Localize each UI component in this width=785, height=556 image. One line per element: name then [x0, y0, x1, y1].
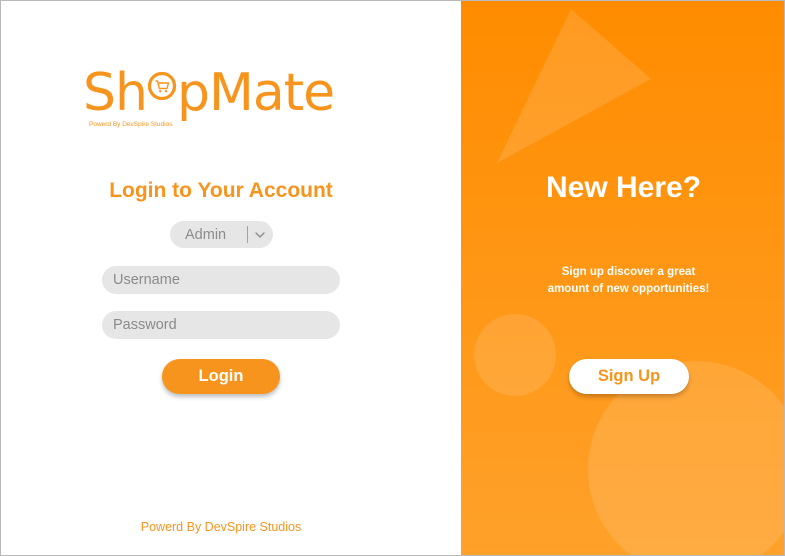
shopping-cart-icon: [147, 71, 177, 101]
brand-tagline: Powerd By DevSpire Studios: [89, 121, 173, 128]
username-input[interactable]: [102, 266, 340, 294]
role-dropdown[interactable]: Admin: [170, 221, 273, 248]
login-button[interactable]: Login: [162, 359, 280, 394]
signup-promo-line2: amount of new opportunities!: [547, 283, 710, 295]
signup-button[interactable]: Sign Up: [569, 359, 689, 394]
app-window: Sh pMate Powerd By DevSpire Studios Logi…: [0, 0, 785, 556]
role-selected-value: Admin: [185, 226, 227, 243]
login-panel: Sh pMate Powerd By DevSpire Studios Logi…: [1, 1, 461, 555]
signup-panel: New Here? Sign up discover a great amoun…: [461, 1, 784, 555]
chevron-down-icon[interactable]: [254, 229, 266, 241]
footer-credit: Powerd By DevSpire Studios: [140, 520, 302, 534]
password-input[interactable]: [102, 311, 340, 339]
brand-logo: Sh pMate Powerd By DevSpire Studios: [83, 63, 383, 133]
brand-name-part1: Sh: [83, 63, 148, 123]
brand-name-part2: pMate: [176, 63, 335, 123]
signup-promo-text: Sign up discover a great amount of new o…: [521, 264, 736, 298]
role-dropdown-divider: [247, 226, 248, 243]
signup-promo-line1: Sign up discover a great: [561, 266, 696, 278]
signup-heading: New Here?: [545, 171, 702, 204]
login-title: Login to Your Account: [109, 179, 333, 202]
brand-wordmark: Sh pMate: [83, 63, 335, 123]
